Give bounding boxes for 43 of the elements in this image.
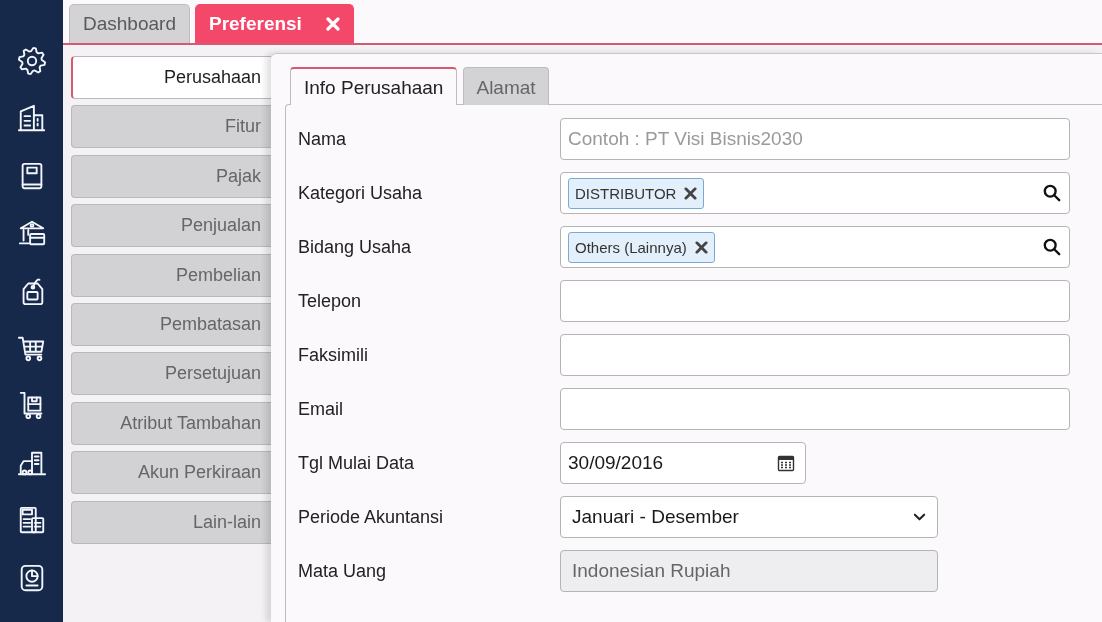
field-label: Faksimili [298,344,369,366]
section-tab[interactable]: Info Perusahaan [290,67,458,105]
text-field[interactable] [560,280,1070,322]
settings-menu-item[interactable]: Lain-lain [71,500,271,544]
calendar-icon[interactable] [777,454,795,472]
settings-menu-item[interactable]: Pembelian [71,253,271,297]
tag-search-field[interactable]: Others (Lainnya) [560,226,1070,268]
caret-icon[interactable] [913,512,926,522]
date-field[interactable]: 30/09/2016 [560,442,806,484]
tab[interactable]: Preferensi [194,4,354,43]
tag-search-field[interactable]: DISTRIBUTOR [560,172,1070,214]
settings-menu-item[interactable]: Pembatasan [71,302,271,346]
settings-menu-item[interactable]: Pajak [71,154,271,198]
text-field: Indonesian Rupiah [560,550,938,592]
search-icon[interactable] [1043,184,1061,202]
field-label: Tgl Mulai Data [298,452,416,474]
close-icon[interactable] [325,17,340,31]
field-label: Mata Uang [298,560,388,582]
settings-menu-item[interactable]: Fitur [71,105,271,149]
settings-menu-item[interactable]: Akun Perkiraan [71,451,271,495]
value-tag[interactable]: Others (Lainnya) [568,231,715,263]
settings-menu-item[interactable]: Penjualan [71,204,271,248]
remove-icon[interactable] [694,240,708,254]
text-field[interactable] [560,334,1070,376]
search-icon[interactable] [1043,238,1061,256]
settings-icon[interactable] [16,46,47,76]
field-label: Kategori Usaha [298,182,424,204]
text-field[interactable] [560,388,1070,430]
settings-menu-item[interactable]: Atribut Tambahan [71,401,271,445]
remove-icon[interactable] [684,186,698,200]
text-field[interactable]: Contoh : PT Visi Bisnis2030 [560,118,1070,160]
value-tag[interactable]: DISTRIBUTOR [568,177,705,209]
building-icon[interactable] [16,103,47,134]
section-tab[interactable]: Alamat [463,67,549,105]
field-label: Nama [298,128,347,150]
tab[interactable]: Dashboard [69,4,190,43]
field-label: Periode Akuntansi [298,506,445,528]
field-label: Email [298,398,344,420]
settings-menu-item[interactable]: Persetujuan [71,352,271,396]
period-select[interactable]: Januari - Desember [560,496,938,538]
field-label: Bidang Usaha [298,236,413,258]
field-label: Telepon [298,290,363,312]
settings-menu-item[interactable]: Perusahaan [71,56,271,99]
